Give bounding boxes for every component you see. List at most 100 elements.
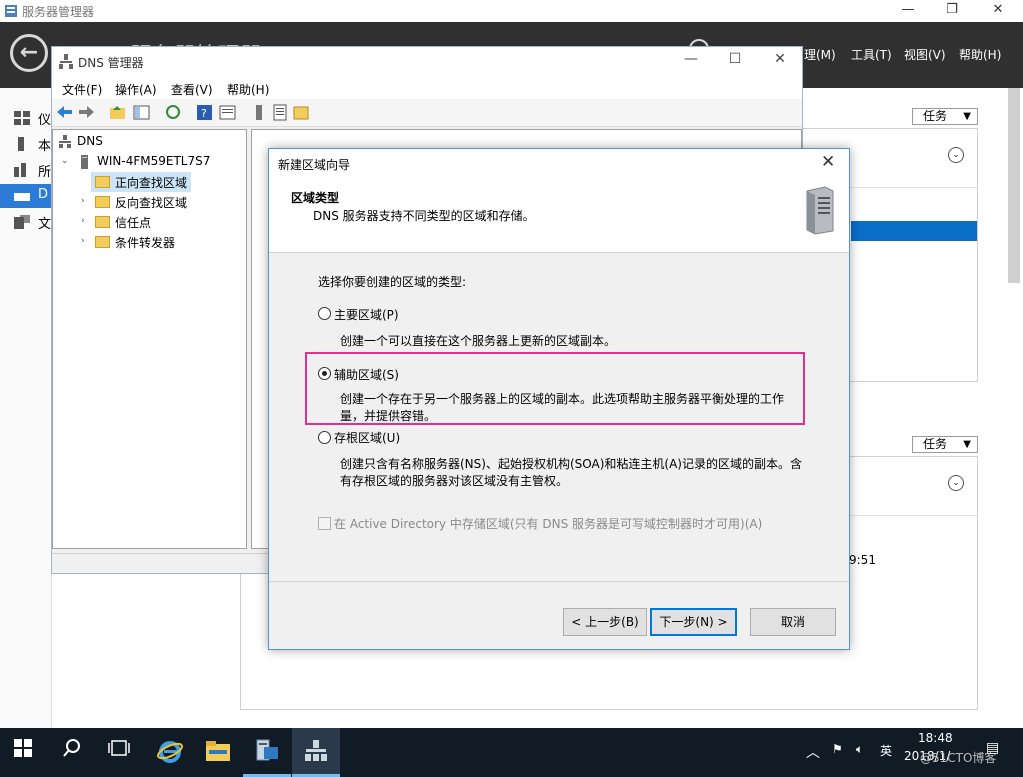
servers-icon	[14, 163, 30, 177]
export-icon[interactable]	[293, 104, 310, 121]
server-icon[interactable]	[251, 104, 268, 121]
cancel-button[interactable]: 取消	[750, 608, 836, 636]
action-center-icon[interactable]: ▤	[986, 740, 999, 756]
folder-icon	[95, 176, 110, 188]
radio-secondary-zone[interactable]	[318, 367, 331, 380]
folder-icon	[95, 236, 110, 248]
windows-start-icon[interactable]	[14, 739, 32, 757]
tasks-label: 任务	[923, 109, 948, 123]
back-arrow-icon[interactable]: ←	[10, 34, 48, 72]
menu-file[interactable]: 文件(F)	[62, 81, 102, 98]
stub-zone-label[interactable]: 存根区域(U)	[334, 429, 400, 446]
sidebar-label: 文	[38, 217, 52, 232]
file-explorer-icon	[206, 741, 230, 761]
back-icon[interactable]	[56, 104, 73, 121]
divider	[269, 581, 849, 582]
collapse-chevron-icon[interactable]: ⌄	[61, 156, 71, 166]
close-button[interactable]: ✕	[976, 0, 1020, 22]
wizard-titlebar	[269, 149, 849, 177]
forward-icon[interactable]	[78, 104, 95, 121]
properties-icon[interactable]	[219, 104, 236, 121]
selected-row[interactable]	[851, 221, 977, 241]
tree-item-conditional-forwarders[interactable]: › 条件转发器	[77, 232, 237, 252]
sidebar-item-file-services[interactable]: 文	[0, 210, 52, 234]
tree-item-dns-root[interactable]: DNS	[53, 132, 246, 152]
svg-text:?: ?	[201, 107, 207, 120]
tree-item-trust-points[interactable]: › 信任点	[77, 212, 237, 232]
menu-view[interactable]: 视图(V)	[904, 46, 946, 63]
input-language[interactable]: 英	[880, 742, 892, 759]
secondary-zone-label[interactable]: 辅助区域(S)	[334, 366, 399, 383]
stub-zone-description-line1: 创建只含有名称服务器(NS)、起始授权机构(SOA)和粘连主机(A)记录的区域的…	[340, 457, 802, 471]
menu-help[interactable]: 帮助(H)	[227, 81, 269, 98]
task-view-icon[interactable]	[108, 739, 130, 757]
volume-muted-icon[interactable]: 🔈︎	[856, 742, 863, 757]
server-manager-icon	[256, 739, 278, 761]
sidebar-label: 所	[38, 165, 52, 180]
tasks-dropdown-1[interactable]: 任务 ▼	[912, 108, 978, 125]
sidebar-item-all-servers[interactable]: 所	[0, 158, 52, 182]
sidebar-label: 本	[38, 139, 52, 154]
clock-time[interactable]: 18:48	[918, 731, 953, 745]
menu-view[interactable]: 查看(V)	[171, 81, 213, 98]
folder-icon	[95, 216, 110, 228]
show-hide-tree-icon[interactable]	[133, 104, 150, 121]
taskbar-file-explorer[interactable]	[194, 728, 242, 777]
tree-item-server[interactable]: ⌄ WIN-4FM59ETL7S7	[53, 152, 246, 172]
refresh-icon[interactable]	[165, 104, 182, 121]
primary-zone-description: 创建一个可以直接在这个服务器上更新的区域副本。	[340, 334, 617, 348]
list-icon[interactable]	[272, 104, 289, 121]
menu-action[interactable]: 操作(A)	[115, 81, 157, 98]
scrollbar-thumb[interactable]	[1008, 88, 1020, 283]
primary-zone-label[interactable]: 主要区域(P)	[334, 306, 399, 323]
expand-chevron-icon[interactable]: ›	[81, 216, 91, 226]
minimize-button[interactable]: —	[886, 0, 930, 22]
taskbar-dns-manager[interactable]	[292, 728, 340, 777]
taskbar-server-manager[interactable]	[243, 728, 291, 777]
back-button[interactable]: < 上一步(B)	[563, 608, 647, 636]
wizard-subheading: DNS 服务器支持不同类型的区域和存储。	[313, 209, 535, 223]
dns-app-icon	[59, 54, 73, 69]
expand-chevron-icon[interactable]: ›	[81, 236, 91, 246]
wizard-heading: 区域类型	[291, 191, 340, 205]
event-time: 9:51	[849, 553, 876, 567]
tree-item-forward-lookup[interactable]: 正向查找区域	[91, 172, 191, 192]
maximize-button[interactable]: ☐	[713, 51, 757, 67]
restore-button[interactable]: ❐	[930, 0, 974, 22]
help-icon[interactable]: ?	[196, 104, 213, 121]
sidebar-item-dns[interactable]: D	[0, 184, 52, 208]
menu-tools[interactable]: 工具(T)	[851, 46, 892, 63]
file-services-icon	[14, 215, 30, 229]
tree-label: 条件转发器	[115, 236, 176, 250]
taskbar-ie[interactable]	[146, 728, 194, 777]
expand-chevron-icon[interactable]: ›	[81, 196, 91, 206]
tasks-dropdown-2[interactable]: 任务 ▼	[912, 436, 978, 453]
store-in-ad-checkbox[interactable]	[318, 517, 331, 530]
up-folder-icon[interactable]	[109, 104, 126, 121]
radio-stub-zone[interactable]	[318, 431, 331, 444]
chevron-up-icon[interactable]: ︿	[806, 742, 820, 762]
close-button[interactable]: ✕	[758, 51, 802, 67]
expand-chevron-icon[interactable]: ⌄	[948, 147, 964, 163]
menu-manage[interactable]: 理(M)	[804, 46, 836, 63]
menu-help[interactable]: 帮助(H)	[959, 46, 1001, 63]
sidebar-item-local-server[interactable]: 本	[0, 132, 52, 156]
sidebar-item-dashboard[interactable]: 仪	[0, 106, 52, 130]
next-button[interactable]: 下一步(N) >	[650, 608, 737, 636]
dns-window-title: DNS 管理器	[78, 56, 144, 70]
tree-label: DNS	[77, 134, 103, 148]
sidebar-label: 仪	[38, 113, 52, 128]
tree-item-reverse-lookup[interactable]: › 反向查找区域	[77, 192, 237, 212]
notification-flag-icon[interactable]: ⚑	[832, 742, 843, 756]
minimize-button[interactable]: —	[669, 51, 713, 67]
dns-menubar	[52, 77, 802, 99]
close-icon[interactable]: ✕	[821, 152, 835, 172]
radio-primary-zone[interactable]	[318, 307, 331, 320]
new-zone-wizard-dialog: 新建区域向导 ✕ 区域类型 DNS 服务器支持不同类型的区域和存储。 选择你要创…	[268, 148, 850, 650]
expand-chevron-icon[interactable]: ⌄	[948, 475, 964, 491]
search-icon[interactable]	[62, 738, 82, 758]
sidebar-label: D	[38, 187, 49, 202]
sm-window-title: 服务器管理器	[22, 5, 95, 19]
store-in-ad-label: 在 Active Directory 中存储区域(只有 DNS 服务器是可写域控…	[334, 517, 763, 531]
server-manager-icon	[5, 5, 17, 17]
